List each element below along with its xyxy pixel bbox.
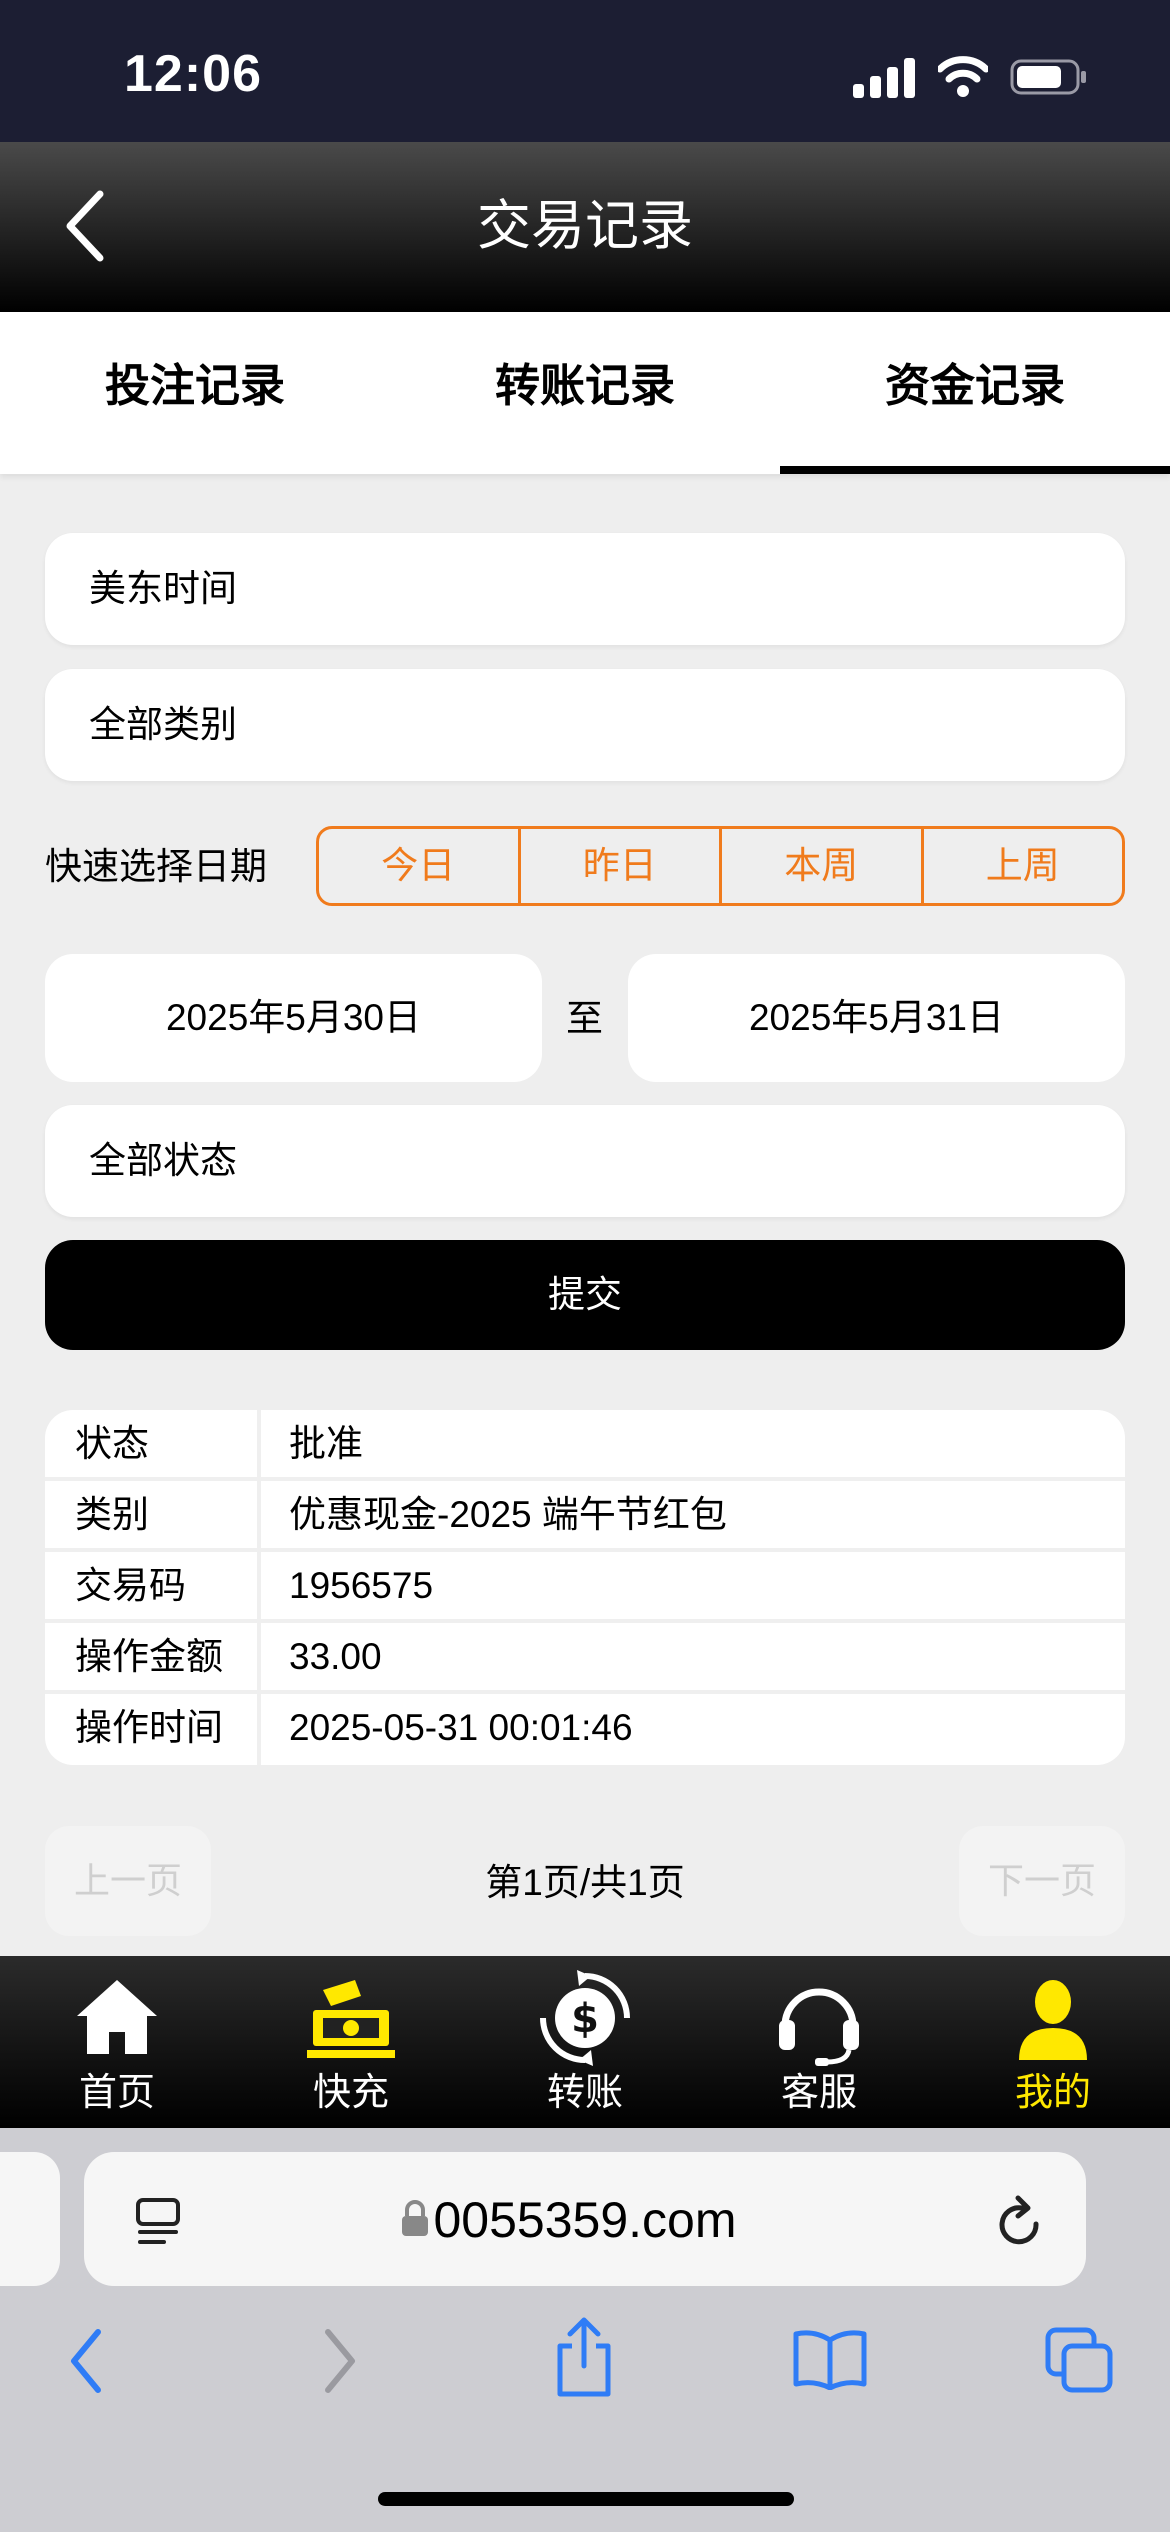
- cellular-signal-icon: [853, 58, 915, 98]
- row-key: 状态: [45, 1410, 261, 1477]
- table-row: 类别 优惠现金-2025 端午节红包: [45, 1481, 1125, 1552]
- nav-home[interactable]: 首页: [0, 1956, 234, 2128]
- row-key: 类别: [45, 1481, 261, 1548]
- row-value: 优惠现金-2025 端午节红包: [289, 1494, 727, 1535]
- nav-quick-deposit[interactable]: 快充: [234, 1956, 468, 2128]
- nav-transfer[interactable]: $ 转账: [468, 1956, 702, 2128]
- battery-icon: [1010, 59, 1086, 95]
- user-icon: [1019, 1980, 1087, 2060]
- quick-date-group: 今日 昨日 本周 上周: [316, 826, 1125, 906]
- table-row: 状态 批准: [45, 1410, 1125, 1481]
- status-select[interactable]: 全部状态: [45, 1105, 1125, 1217]
- nav-label: 快充: [312, 2072, 389, 2114]
- start-date-field[interactable]: 2025年5月30日: [45, 954, 542, 1082]
- quick-date-label: 快速选择日期: [45, 846, 267, 887]
- row-value: 1956575: [289, 1565, 434, 1606]
- nav-support[interactable]: 客服: [702, 1956, 936, 2128]
- bookmarks-icon[interactable]: [792, 2328, 868, 2390]
- browser-back-icon[interactable]: [66, 2326, 106, 2396]
- bottom-nav: 首页 快充 $ 转账 客服 我的: [0, 1956, 1170, 2128]
- row-value: 2025-05-31 00:01:46: [289, 1707, 633, 1748]
- row-value: 33.00: [289, 1636, 382, 1677]
- nav-label: 转账: [546, 2072, 623, 2114]
- row-key: 操作时间: [45, 1694, 261, 1765]
- headset-icon: [779, 1988, 859, 2066]
- nav-label: 首页: [78, 2072, 155, 2114]
- next-page-button[interactable]: 下一页: [959, 1826, 1125, 1936]
- nav-mine[interactable]: 我的: [936, 1956, 1170, 2128]
- wifi-icon: [938, 56, 988, 97]
- home-icon: [77, 1980, 157, 2054]
- quick-yesterday-button[interactable]: 昨日: [521, 829, 722, 903]
- timezone-select[interactable]: 美东时间: [45, 533, 1125, 645]
- category-select[interactable]: 全部类别: [45, 669, 1125, 781]
- tab-transfer-records[interactable]: 转账记录: [390, 312, 780, 474]
- row-key: 操作金额: [45, 1623, 261, 1690]
- nav-label: 我的: [1014, 2072, 1091, 2114]
- table-row: 操作时间 2025-05-31 00:01:46: [45, 1694, 1125, 1765]
- record-table: 状态 批准 类别 优惠现金-2025 端午节红包 交易码 1956575 操作金…: [45, 1410, 1125, 1765]
- tabs-overview-icon[interactable]: [1044, 2326, 1114, 2394]
- submit-button[interactable]: 提交: [45, 1240, 1125, 1350]
- tab-fund-records[interactable]: 资金记录: [780, 312, 1170, 474]
- date-range-separator: 至: [566, 998, 603, 1039]
- nav-label: 客服: [780, 2072, 857, 2114]
- quick-this-week-button[interactable]: 本周: [722, 829, 924, 903]
- reload-icon[interactable]: [994, 2194, 1046, 2250]
- quick-today-button[interactable]: 今日: [319, 829, 521, 903]
- share-icon[interactable]: [552, 2316, 616, 2400]
- quick-last-week-button[interactable]: 上周: [924, 829, 1123, 903]
- status-time: 12:06: [124, 45, 262, 103]
- table-row: 操作金额 33.00: [45, 1623, 1125, 1694]
- browser-forward-icon[interactable]: [320, 2326, 360, 2396]
- row-key: 交易码: [45, 1552, 261, 1619]
- home-indicator: [378, 2492, 794, 2506]
- lock-icon: [402, 2200, 428, 2236]
- svg-text:$: $: [571, 1996, 599, 2042]
- tab-bet-records[interactable]: 投注记录: [0, 312, 390, 474]
- dollar-transfer-icon: $: [540, 1970, 630, 2066]
- cash-deposit-icon: [307, 1980, 395, 2058]
- record-tabs: 投注记录 转账记录 资金记录: [0, 312, 1170, 474]
- page-title: 交易记录: [477, 196, 693, 256]
- row-value: 批准: [289, 1423, 363, 1464]
- end-date-field[interactable]: 2025年5月31日: [628, 954, 1125, 1082]
- table-row: 交易码 1956575: [45, 1552, 1125, 1623]
